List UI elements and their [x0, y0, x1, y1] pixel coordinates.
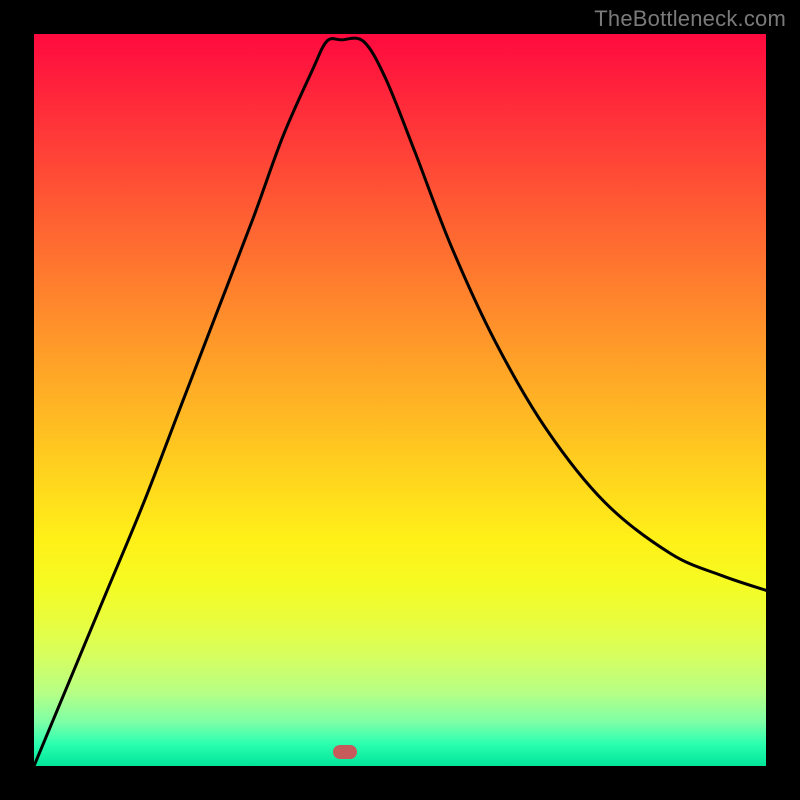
bottleneck-curve [34, 34, 766, 766]
plot-area [34, 34, 766, 766]
optimal-point-marker [333, 745, 357, 759]
watermark-text: TheBottleneck.com [594, 6, 786, 32]
bottleneck-curve-path [34, 38, 766, 766]
chart-frame: TheBottleneck.com [0, 0, 800, 800]
